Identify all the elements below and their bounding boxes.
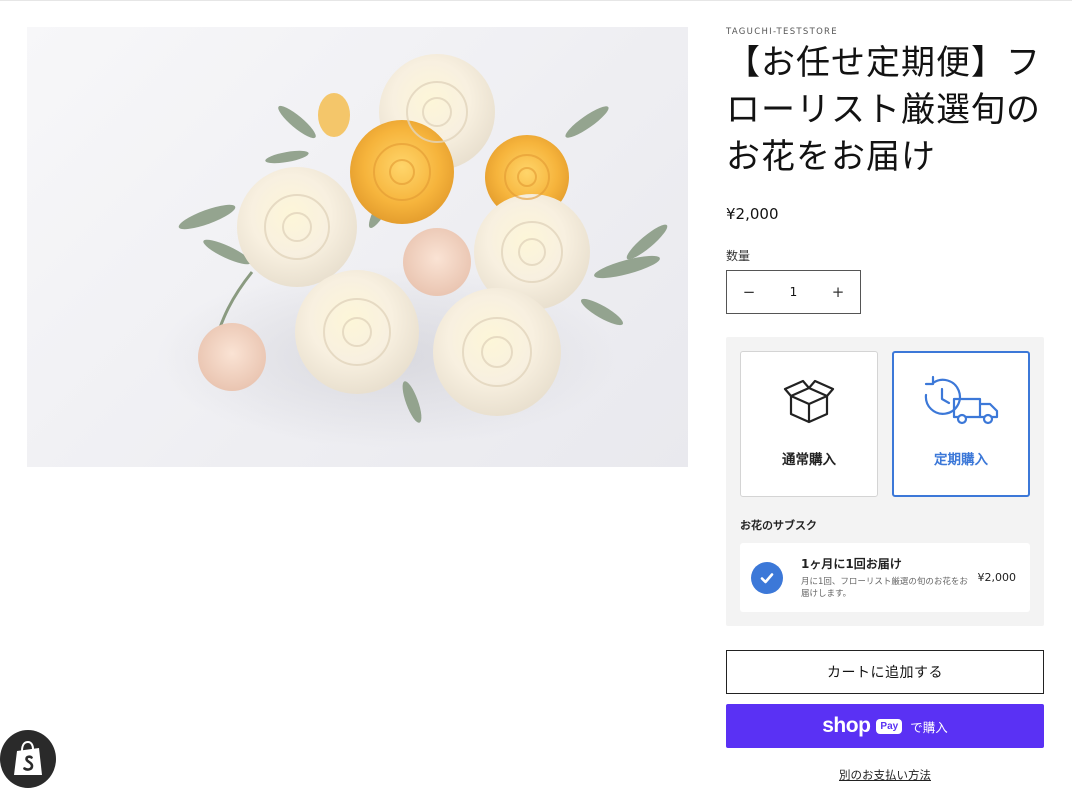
one-time-purchase-label: 通常購入	[782, 452, 836, 468]
shop-pay-buy-label: で購入	[910, 719, 948, 735]
box-icon	[741, 374, 877, 428]
check-icon	[751, 562, 783, 594]
quantity-input[interactable]	[771, 271, 816, 313]
vendor-name: TAGUCHI-TESTSTORE	[726, 27, 838, 37]
quantity-increase-button[interactable]: +	[816, 271, 860, 313]
shopify-bag-icon[interactable]	[0, 730, 56, 788]
purchase-options-panel: 通常購入 定期購入 お花のサブスク 1ヶ月に1回お届け 月に1回、フローリスト厳…	[726, 337, 1044, 626]
subscription-plan-price: ¥2,000	[977, 571, 1017, 584]
subscription-purchase-option[interactable]: 定期購入	[892, 351, 1030, 497]
more-payment-options-link[interactable]: 別のお支払い方法	[839, 768, 931, 782]
product-price: ¥2,000	[726, 205, 779, 223]
product-image[interactable]	[27, 27, 688, 467]
subscription-plan-heading: お花のサブスク	[740, 519, 817, 532]
product-title: 【お任せ定期便】フローリスト厳選旬のお花をお届け	[726, 43, 1041, 177]
subscription-plan-description: 月に1回、フローリスト厳選の旬のお花をお届けします。	[801, 577, 968, 599]
shop-pay-button[interactable]: shop Pay で購入	[726, 704, 1044, 748]
more-payment-options: 別のお支払い方法	[726, 764, 1044, 783]
header-divider	[0, 0, 1072, 1]
subscription-purchase-label: 定期購入	[934, 452, 988, 468]
clock-truck-icon	[894, 375, 1028, 427]
bouquet-illustration	[157, 54, 668, 447]
quantity-stepper: − +	[726, 270, 861, 314]
subscription-plan-option[interactable]: 1ヶ月に1回お届け 月に1回、フローリスト厳選の旬のお花をお届けします。 ¥2,…	[740, 543, 1030, 612]
quantity-decrease-button[interactable]: −	[727, 271, 771, 313]
shop-pay-pill: Pay	[876, 718, 903, 734]
shop-pay-logo-text: shop	[822, 714, 871, 737]
quantity-label: 数量	[726, 249, 751, 263]
one-time-purchase-option[interactable]: 通常購入	[740, 351, 878, 497]
subscription-plan-name: 1ヶ月に1回お届け	[801, 557, 902, 571]
add-to-cart-button[interactable]: カートに追加する	[726, 650, 1044, 694]
